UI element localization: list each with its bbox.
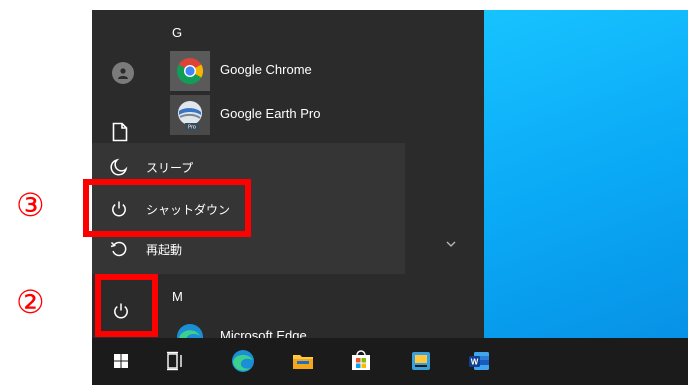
taskbar: W xyxy=(92,338,688,385)
desktop-background xyxy=(484,10,688,338)
highlight-shutdown xyxy=(83,179,251,237)
edge-icon[interactable] xyxy=(228,346,258,376)
restart-label: 再起動 xyxy=(146,243,183,257)
microsoft-store-icon[interactable] xyxy=(346,346,376,376)
word-icon[interactable]: W xyxy=(464,346,494,376)
step-3-marker: ③ xyxy=(16,186,45,224)
photos-app-icon[interactable] xyxy=(406,346,436,376)
moon-icon xyxy=(110,158,128,176)
google-earth-pro-icon: Pro xyxy=(170,95,210,135)
app-label: Google Chrome xyxy=(220,62,312,77)
sleep-label: スリープ xyxy=(146,161,194,175)
pro-badge: Pro xyxy=(188,125,196,131)
app-label: Google Earth Pro xyxy=(220,106,321,121)
app-microsoft-edge[interactable]: Microsoft Edge xyxy=(170,317,470,338)
chrome-icon xyxy=(170,51,210,91)
app-google-earth-pro[interactable]: Pro Google Earth Pro xyxy=(170,95,470,135)
windows-start-icon[interactable] xyxy=(106,346,136,376)
app-google-chrome[interactable]: Google Chrome xyxy=(170,51,470,91)
chevron-down-icon[interactable] xyxy=(446,240,456,248)
word-letter: W xyxy=(471,358,479,367)
restart-icon xyxy=(110,241,127,257)
highlight-power-button xyxy=(95,274,158,337)
file-explorer-icon[interactable] xyxy=(288,346,318,376)
task-view-icon[interactable] xyxy=(160,346,190,376)
section-header-m[interactable]: M xyxy=(172,289,183,304)
section-header-g[interactable]: G xyxy=(172,25,182,40)
app-label: Microsoft Edge xyxy=(220,328,307,338)
step-2-marker: ② xyxy=(16,283,45,321)
edge-icon xyxy=(170,317,210,338)
user-avatar-icon[interactable] xyxy=(112,62,134,84)
